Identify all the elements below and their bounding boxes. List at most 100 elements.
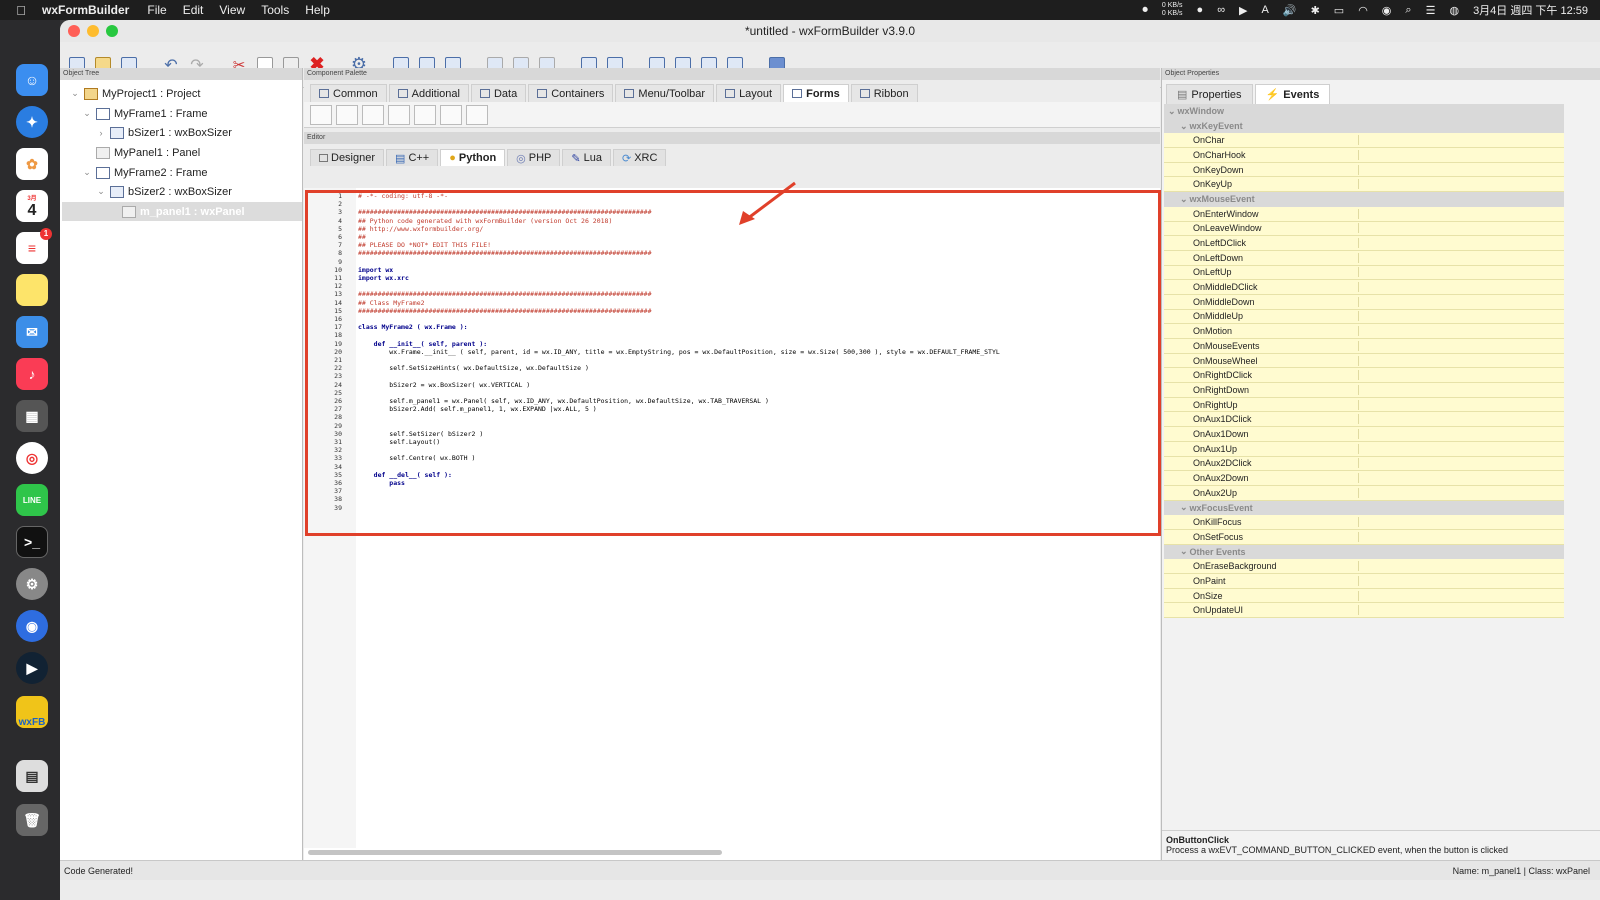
event-row[interactable]: OnKillFocus bbox=[1164, 515, 1564, 530]
event-row[interactable]: OnLeftUp bbox=[1164, 265, 1564, 281]
tree-item-m-panel1[interactable]: m_panel1 : wxPanel bbox=[62, 202, 302, 221]
menu-file[interactable]: File bbox=[147, 3, 166, 17]
tab-layout[interactable]: Layout bbox=[716, 84, 782, 102]
tab-additional[interactable]: Additional bbox=[388, 84, 469, 102]
event-row[interactable]: OnMiddleUp bbox=[1164, 309, 1564, 325]
menu-view[interactable]: View bbox=[219, 3, 245, 17]
user-icon[interactable]: ◉ bbox=[1382, 4, 1392, 17]
chevron-down-icon[interactable]: ⌄ bbox=[82, 108, 92, 119]
calendar-icon[interactable]: 3月 4 bbox=[16, 190, 48, 222]
chevron-down-icon[interactable]: ⌄ bbox=[1180, 502, 1188, 513]
tab-forms[interactable]: Forms bbox=[783, 84, 849, 102]
tree-item-myframe1[interactable]: ⌄ MyFrame1 : Frame bbox=[82, 104, 208, 123]
wifi-icon[interactable]: ◠ bbox=[1358, 4, 1368, 17]
tab-cpp[interactable]: ▤ C++ bbox=[386, 149, 439, 166]
tree-item-project[interactable]: ⌄ MyProject1 : Project bbox=[70, 84, 200, 103]
tab-python[interactable]: ● Python bbox=[440, 149, 506, 166]
battery-icon[interactable]: ▭ bbox=[1334, 4, 1344, 17]
music-icon[interactable]: ♪ bbox=[16, 358, 48, 390]
tab-menu-toolbar[interactable]: Menu/Toolbar bbox=[615, 84, 715, 102]
archive-icon[interactable]: ▤ bbox=[16, 760, 48, 792]
mail-icon[interactable]: ✉ bbox=[16, 316, 48, 348]
event-row[interactable]: OnEraseBackground bbox=[1164, 559, 1564, 574]
event-row[interactable]: OnChar bbox=[1164, 133, 1564, 149]
tab-xrc[interactable]: ⟳ XRC bbox=[612, 149, 667, 166]
input-method-icon[interactable]: A bbox=[1262, 4, 1269, 16]
tab-designer[interactable]: Designer bbox=[310, 149, 385, 166]
tab-php[interactable]: ◎ PHP bbox=[507, 149, 561, 166]
spotlight-icon[interactable]: ⌕ bbox=[1405, 4, 1411, 17]
control-center-icon[interactable]: ☰ bbox=[1426, 4, 1436, 17]
event-row[interactable]: OnRightDown bbox=[1164, 383, 1564, 398]
event-row[interactable]: OnRightUp bbox=[1164, 397, 1564, 413]
terminal-icon[interactable]: >_ bbox=[16, 526, 48, 558]
minimize-window-button[interactable] bbox=[87, 25, 99, 37]
event-row[interactable]: OnMouseWheel bbox=[1164, 353, 1564, 369]
event-row[interactable]: OnSize bbox=[1164, 588, 1564, 604]
tab-events[interactable]: ⚡ Events bbox=[1254, 84, 1331, 104]
event-row[interactable]: OnMouseEvents bbox=[1164, 339, 1564, 354]
wizard-component-icon[interactable] bbox=[388, 104, 410, 125]
tree-item-bsizer2[interactable]: ⌄ bSizer2 : wxBoxSizer bbox=[96, 182, 232, 201]
chevron-down-icon[interactable]: ⌄ bbox=[1168, 106, 1176, 117]
event-row[interactable]: OnCharHook bbox=[1164, 148, 1564, 163]
finder-icon[interactable]: ☺ bbox=[16, 64, 48, 96]
event-category-row[interactable]: ⌄ wxKeyEvent bbox=[1164, 118, 1564, 134]
event-row[interactable]: OnAux1Down bbox=[1164, 427, 1564, 442]
app-icon[interactable]: ◉ bbox=[16, 610, 48, 642]
event-row[interactable]: OnAux1Up bbox=[1164, 441, 1564, 457]
quicktime-icon[interactable]: ▶ bbox=[16, 652, 48, 684]
event-row[interactable]: OnUpdateUI bbox=[1164, 603, 1564, 619]
siri-icon[interactable]: ◍ bbox=[1449, 4, 1459, 17]
photos-icon[interactable]: ✿ bbox=[16, 148, 48, 180]
menubar-component-icon[interactable] bbox=[440, 104, 462, 125]
chevron-down-icon[interactable]: ⌄ bbox=[82, 167, 92, 178]
event-category-row[interactable]: ⌄ wxMouseEvent bbox=[1164, 192, 1564, 207]
event-row[interactable]: OnLeftDClick bbox=[1164, 236, 1564, 251]
frame-component-icon[interactable] bbox=[310, 104, 332, 125]
toolbar-component-icon[interactable] bbox=[466, 104, 488, 125]
zoom-window-button[interactable] bbox=[106, 25, 118, 37]
tab-common[interactable]: Common bbox=[310, 84, 387, 102]
dialog-component-icon[interactable] bbox=[362, 104, 384, 125]
event-row[interactable]: OnLeftDown bbox=[1164, 250, 1564, 266]
event-category-row[interactable]: ⌄ Other Events bbox=[1164, 544, 1564, 560]
event-row[interactable]: OnRightDClick bbox=[1164, 368, 1564, 384]
event-row[interactable]: OnMiddleDClick bbox=[1164, 280, 1564, 295]
notes-icon[interactable] bbox=[16, 274, 48, 306]
event-row[interactable]: OnLeaveWindow bbox=[1164, 221, 1564, 237]
wizard-page-component-icon[interactable] bbox=[414, 104, 436, 125]
tree-item-myframe2[interactable]: ⌄ MyFrame2 : Frame bbox=[82, 163, 208, 182]
menu-edit[interactable]: Edit bbox=[183, 3, 204, 17]
line-menu-icon[interactable]: ● bbox=[1197, 4, 1204, 16]
event-row[interactable]: OnAux2Up bbox=[1164, 485, 1564, 501]
tab-properties[interactable]: ▤ Properties bbox=[1166, 84, 1253, 104]
event-row[interactable]: OnMotion bbox=[1164, 324, 1564, 339]
tab-data[interactable]: Data bbox=[470, 84, 527, 102]
event-row[interactable]: OnAux2DClick bbox=[1164, 456, 1564, 472]
calculator-icon[interactable]: ▦ bbox=[16, 400, 48, 432]
event-row[interactable]: OnAux1DClick bbox=[1164, 412, 1564, 428]
record-icon[interactable]: ⏺ bbox=[1142, 4, 1148, 17]
safari-icon[interactable]: ✦ bbox=[16, 106, 48, 138]
glasses-icon[interactable]: ∞ bbox=[1217, 4, 1225, 16]
chevron-down-icon[interactable]: ⌄ bbox=[96, 186, 106, 197]
tree-item-mypanel1[interactable]: MyPanel1 : Panel bbox=[96, 143, 200, 162]
system-preferences-icon[interactable]: ⚙ bbox=[16, 568, 48, 600]
clock[interactable]: 3月4日 週四 下午 12:59 bbox=[1473, 2, 1588, 18]
event-row[interactable]: OnKeyDown bbox=[1164, 162, 1564, 178]
tab-lua[interactable]: ✎ Lua bbox=[562, 149, 611, 166]
trash-icon[interactable]: 🗑 bbox=[16, 804, 48, 836]
chevron-down-icon[interactable]: ⌄ bbox=[1180, 121, 1188, 132]
event-category-row[interactable]: ⌄ wxFocusEvent bbox=[1164, 500, 1564, 516]
reminders-icon[interactable]: ≡ 1 bbox=[16, 228, 52, 264]
event-row[interactable]: OnEnterWindow bbox=[1164, 206, 1564, 222]
bluetooth-icon[interactable]: ✱ bbox=[1311, 4, 1320, 17]
chevron-right-icon[interactable]: › bbox=[96, 128, 106, 138]
horizontal-scrollbar[interactable] bbox=[308, 850, 722, 855]
menu-tools[interactable]: Tools bbox=[261, 3, 289, 17]
tree-item-bsizer1[interactable]: › bSizer1 : wxBoxSizer bbox=[96, 123, 232, 142]
volume-icon[interactable]: 🔊 bbox=[1283, 4, 1297, 17]
event-row[interactable]: OnSetFocus bbox=[1164, 529, 1564, 545]
chevron-down-icon[interactable]: ⌄ bbox=[70, 88, 80, 99]
